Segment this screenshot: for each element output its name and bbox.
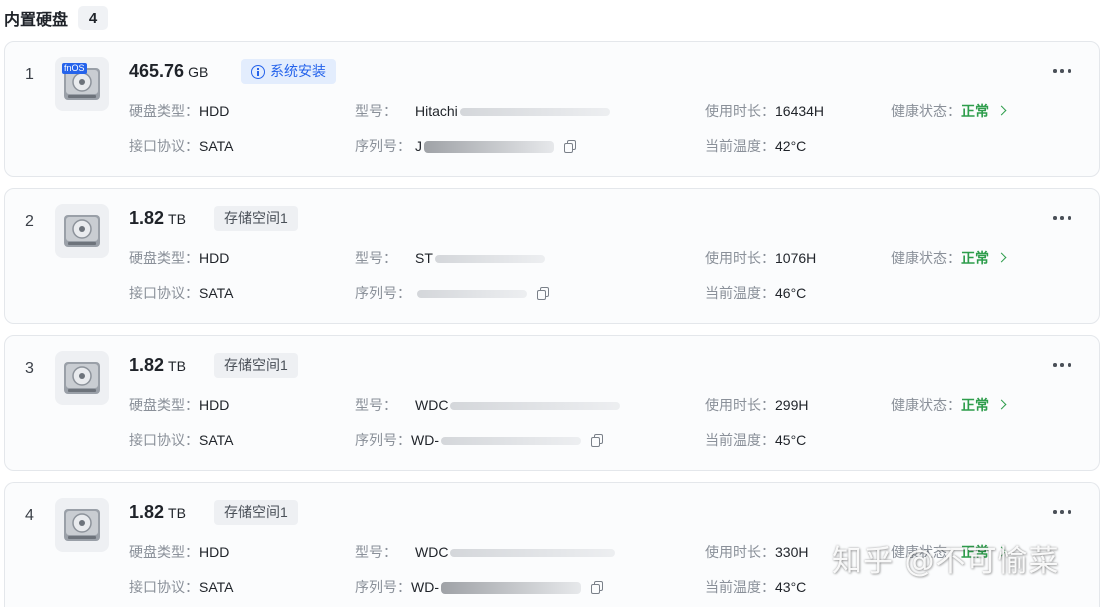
- redacted-model: [459, 108, 610, 117]
- disk-serial: 序列号：WD-: [355, 430, 603, 450]
- disk-usage-hours: 使用时长：330H: [705, 544, 809, 560]
- hdd-icon: [55, 498, 109, 552]
- health-status-link[interactable]: 健康状态：正常: [891, 101, 1007, 121]
- disk-capacity: 465.76 GB: [129, 61, 209, 81]
- disk-interface: 接口协议：SATA: [129, 285, 234, 301]
- disk-temperature: 当前温度：43°C: [705, 579, 807, 595]
- disk-capacity: 1.82 TB: [129, 502, 186, 522]
- disk-usage-hours: 使用时长：299H: [705, 397, 809, 413]
- disk-index: 3: [25, 360, 34, 377]
- disk-type: 硬盘类型：HDD: [129, 103, 230, 119]
- info-icon: [251, 64, 265, 79]
- redacted-model: [450, 402, 621, 411]
- health-status-link[interactable]: 健康状态：正常: [891, 248, 1007, 268]
- system-install-tag: 系统安装: [241, 59, 336, 84]
- more-icon[interactable]: [1053, 215, 1071, 221]
- disk-card[interactable]: 3 1.82 TB 存储空间1 硬盘类型：HDD 接口协议：SATA 型号： WDC…: [4, 335, 1100, 471]
- more-icon[interactable]: [1053, 68, 1071, 74]
- disk-temperature: 当前温度：45°C: [705, 432, 807, 448]
- disk-interface: 接口协议：SATA: [129, 432, 234, 448]
- disk-temperature: 当前温度：46°C: [705, 285, 807, 301]
- chevron-right-icon: [996, 399, 1007, 410]
- disk-model: 型号： Hitachi: [355, 101, 610, 121]
- disk-index: 2: [25, 213, 34, 230]
- redacted-serial: [441, 582, 581, 595]
- disk-model: 型号： WDC: [355, 395, 621, 415]
- storage-pool-tag: 存储空间1: [214, 500, 298, 525]
- disk-type: 硬盘类型：HDD: [129, 250, 230, 266]
- copy-icon[interactable]: [591, 434, 603, 447]
- chevron-right-icon: [996, 105, 1007, 116]
- health-status-link[interactable]: 健康状态：正常: [891, 395, 1007, 415]
- redacted-model: [434, 255, 545, 264]
- disk-serial: 序列号： J: [355, 136, 576, 156]
- disk-interface: 接口协议：SATA: [129, 579, 234, 595]
- chevron-right-icon: [996, 252, 1007, 263]
- disk-capacity: 1.82 TB: [129, 355, 186, 375]
- hdd-icon: [55, 351, 109, 405]
- disk-interface: 接口协议：SATA: [129, 138, 234, 154]
- redacted-serial: [441, 437, 581, 446]
- section-title: 内置硬盘: [4, 12, 69, 29]
- redacted-model: [450, 549, 616, 558]
- copy-icon[interactable]: [591, 581, 603, 594]
- copy-icon[interactable]: [564, 140, 576, 153]
- disk-card[interactable]: 1 fnOS 465.76 GB 系统安装 硬盘类型：HDD 接口协议：SATA …: [4, 41, 1100, 177]
- more-icon[interactable]: [1053, 362, 1071, 368]
- hdd-icon: fnOS: [55, 57, 109, 111]
- disk-capacity: 1.82 TB: [129, 208, 186, 228]
- zhihu-watermark: 知乎 @不可愉菜: [832, 544, 1060, 579]
- hdd-icon: [55, 204, 109, 258]
- disk-usage-hours: 使用时长：1076H: [705, 250, 817, 266]
- storage-pool-tag: 存储空间1: [214, 353, 298, 378]
- disk-model: 型号： WDC: [355, 542, 616, 562]
- redacted-serial: [417, 290, 527, 299]
- redacted-serial: [424, 141, 554, 154]
- disk-index: 1: [25, 66, 34, 83]
- disk-count-badge: 4: [78, 6, 109, 30]
- disk-temperature: 当前温度：42°C: [705, 138, 807, 154]
- section-header: 内置硬盘 4: [4, 6, 109, 30]
- storage-pool-tag: 存储空间1: [214, 206, 298, 231]
- disk-index: 4: [25, 507, 34, 524]
- disk-usage-hours: 使用时长：16434H: [705, 103, 825, 119]
- disk-serial: 序列号：WD-: [355, 577, 603, 597]
- disk-type: 硬盘类型：HDD: [129, 544, 230, 560]
- more-icon[interactable]: [1053, 509, 1071, 515]
- disk-model: 型号： ST: [355, 248, 545, 268]
- copy-icon[interactable]: [537, 287, 549, 300]
- disk-card[interactable]: 2 1.82 TB 存储空间1 硬盘类型：HDD 接口协议：SATA 型号： ST …: [4, 188, 1100, 324]
- disk-type: 硬盘类型：HDD: [129, 397, 230, 413]
- disk-serial: 序列号：: [355, 283, 549, 303]
- fnos-badge: fnOS: [62, 63, 87, 74]
